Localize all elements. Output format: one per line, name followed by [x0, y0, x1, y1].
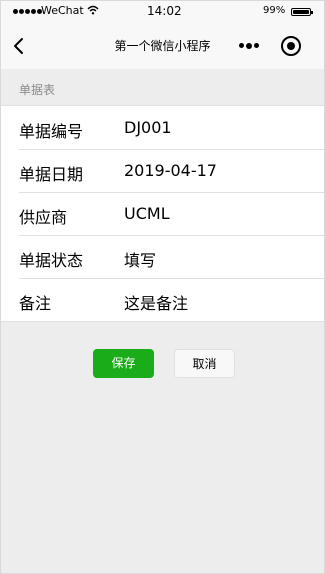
wifi-icon	[87, 5, 99, 18]
status-bar: WeChat 14:02 99%	[1, 1, 324, 23]
form-row-supplier[interactable]: 供应商 UCML	[1, 192, 324, 235]
field-label: 单据日期	[19, 165, 84, 184]
form-list: 单据编号 DJ001 单据日期 2019-04-17 供应商 UCML 单据状态…	[1, 105, 324, 322]
field-value: UCML	[124, 204, 170, 223]
form-row-remark[interactable]: 备注 这是备注	[1, 278, 324, 321]
battery-percent: 99%	[263, 5, 286, 16]
status-time: 14:02	[147, 4, 182, 18]
section-title: 单据表	[19, 83, 56, 97]
field-value: 2019-04-17	[124, 161, 217, 180]
field-label: 供应商	[19, 208, 68, 227]
field-value: DJ001	[124, 118, 172, 137]
field-label: 单据编号	[19, 122, 84, 141]
field-label: 备注	[19, 294, 52, 313]
form-row-date[interactable]: 单据日期 2019-04-17	[1, 149, 324, 192]
carrier-name: WeChat	[41, 4, 84, 17]
phone-frame: WeChat 14:02 99% 第一个微信小程序 单据表 单据编号 DJ001…	[0, 0, 325, 574]
signal-icon	[13, 9, 42, 14]
field-value: 填写	[124, 251, 157, 270]
battery-icon	[291, 8, 313, 16]
more-dots-icon[interactable]	[239, 42, 259, 49]
form-row-number[interactable]: 单据编号 DJ001	[1, 106, 324, 149]
navigation-bar: 第一个微信小程序	[1, 23, 324, 69]
menu-capsule	[233, 33, 309, 59]
field-value: 这是备注	[124, 294, 189, 313]
save-button[interactable]: 保存	[93, 349, 154, 378]
field-label: 单据状态	[19, 251, 84, 270]
close-mini-program-icon[interactable]	[281, 36, 301, 56]
cancel-button[interactable]: 取消	[174, 349, 235, 378]
form-row-status[interactable]: 单据状态 填写	[1, 235, 324, 278]
